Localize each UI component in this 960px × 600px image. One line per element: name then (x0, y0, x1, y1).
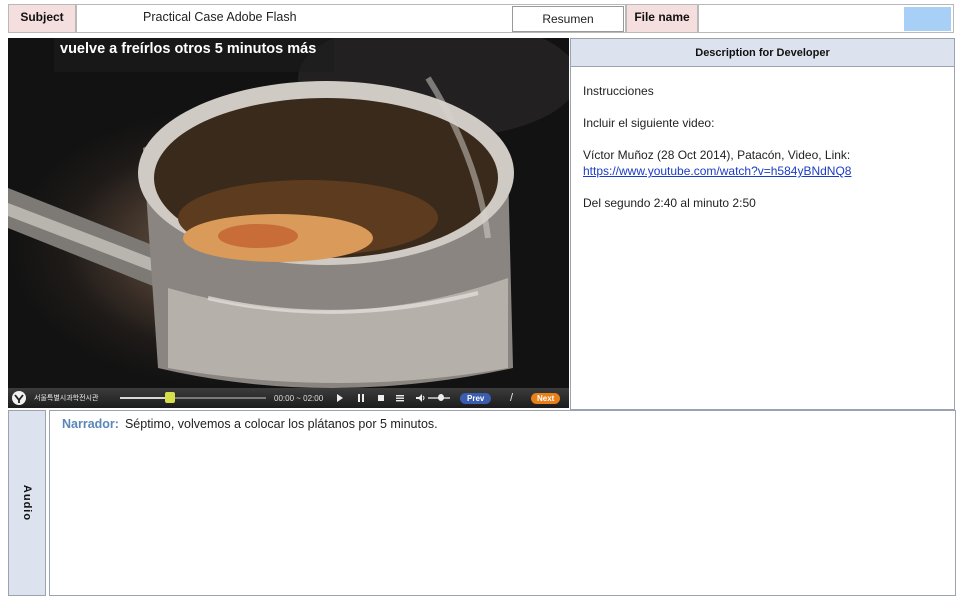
description-body: Instrucciones Incluir el siguiente video… (583, 83, 942, 227)
narration-text: Séptimo, volvemos a colocar los plátanos… (124, 417, 438, 431)
next-label: Next (531, 392, 561, 404)
control-separator: / (510, 392, 514, 404)
subject-label: Subject (8, 4, 76, 33)
progress-fill (120, 397, 170, 399)
file-name-label: File name (626, 4, 698, 33)
prev-button[interactable]: Prev (460, 388, 492, 408)
description-panel: Description for Developer Instrucciones … (570, 38, 955, 410)
narrator-label: Narrador: (62, 417, 119, 431)
resumen-label: Resumen (542, 12, 594, 26)
video-player[interactable]: vuelve a freírlos otros 5 minutos más 서울… (8, 38, 569, 408)
audio-side-label: Audio (8, 410, 46, 596)
progress-handle[interactable] (164, 392, 175, 403)
subject-label-text: Subject (20, 10, 64, 24)
narration-line: Narrador: Séptimo, volvemos a colocar los… (62, 417, 438, 431)
next-button[interactable]: Next (531, 388, 561, 408)
description-line-citation: Víctor Muñoz (28 Oct 2014), Patacón, Vid… (583, 148, 851, 162)
stop-icon[interactable] (377, 388, 385, 408)
menu-icon[interactable] (396, 388, 404, 408)
description-line-range: Del segundo 2:40 al minuto 2:50 (583, 196, 756, 210)
logo-text: 서울특별시과학전시관 (34, 395, 99, 402)
progress-track[interactable] (120, 388, 266, 408)
description-line-instrucciones: Instrucciones (583, 84, 654, 98)
volume-icon[interactable] (416, 388, 426, 408)
play-icon[interactable] (336, 388, 344, 408)
volume-slider[interactable] (428, 388, 450, 408)
logo-icon (11, 388, 29, 408)
prev-label: Prev (460, 392, 492, 404)
video-control-bar: 서울특별시과학전시관 00:00 ~ 02:00 Prev / Next (8, 388, 569, 408)
video-frame (8, 38, 569, 388)
pause-icon[interactable] (357, 388, 365, 408)
video-caption: vuelve a freírlos otros 5 minutos más (54, 38, 334, 72)
description-line-incluir: Incluir el siguiente video: (583, 116, 715, 130)
subject-value: Practical Case Adobe Flash (143, 10, 297, 24)
time-display: 00:00 ~ 02:00 (274, 393, 324, 403)
resumen-button[interactable]: Resumen (512, 6, 624, 32)
description-title: Description for Developer (571, 39, 954, 67)
file-name-label-text: File name (634, 10, 690, 24)
audio-panel: Narrador: Séptimo, volvemos a colocar los… (49, 410, 956, 596)
file-name-color-box (904, 7, 951, 31)
audio-label-text: Audio (21, 484, 33, 522)
video-link[interactable]: https://www.youtube.com/watch?v=h584yBNd… (583, 164, 851, 178)
